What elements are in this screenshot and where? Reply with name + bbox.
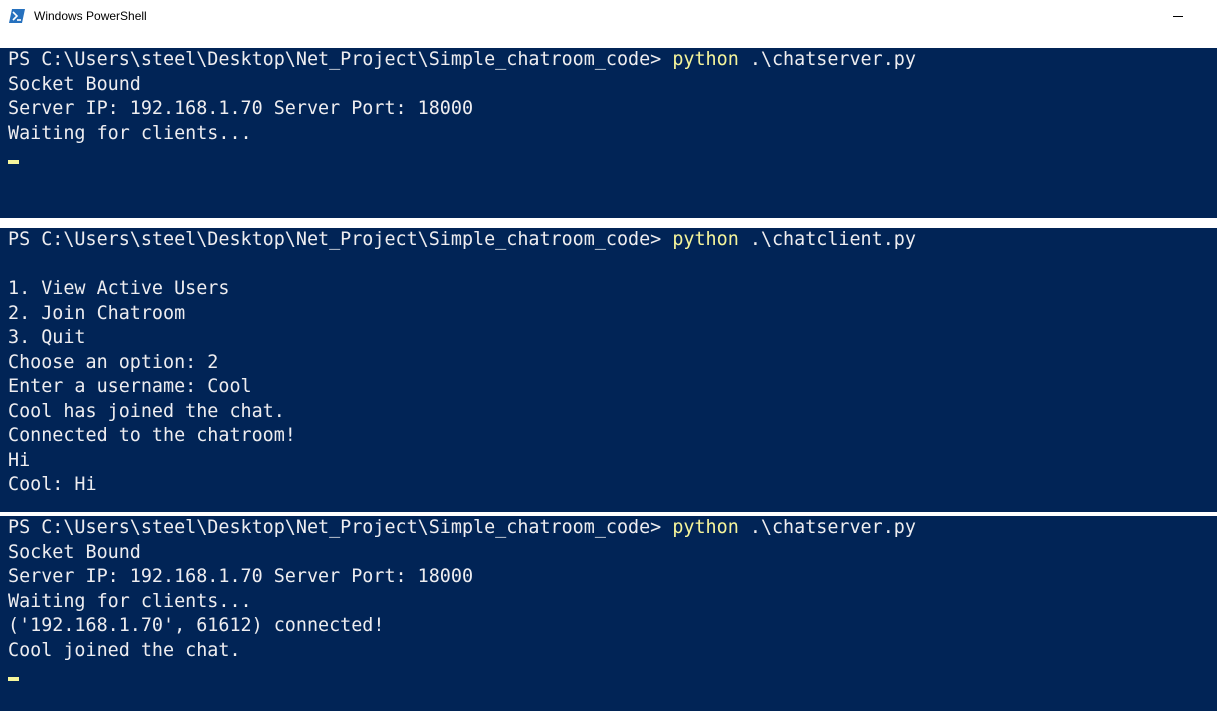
command-keyword: python bbox=[672, 49, 739, 70]
output-line: Cool joined the chat. bbox=[8, 639, 241, 661]
output-line: Server IP: 192.168.1.70 Server Port: 180… bbox=[8, 98, 474, 119]
output-line: Waiting for clients... bbox=[8, 590, 252, 612]
command-argument: .\chatserver.py bbox=[738, 49, 916, 70]
minimize-button[interactable] bbox=[1158, 0, 1198, 32]
chat-message: Cool: Hi bbox=[8, 474, 97, 495]
menu-option: 2. Join Chatroom bbox=[8, 302, 186, 324]
minimize-icon bbox=[1173, 16, 1183, 17]
command-argument: .\chatserver.py bbox=[738, 517, 916, 538]
server-console-2[interactable]: PS C:\Users\steel\Desktop\Net_Project\Si… bbox=[0, 516, 1217, 711]
prompt-line: PS C:\Users\steel\Desktop\Net_Project\Si… bbox=[8, 48, 1217, 73]
menu-option: 3. Quit bbox=[8, 327, 86, 348]
output-line: Socket Bound bbox=[8, 73, 141, 95]
cursor-line bbox=[8, 146, 1217, 171]
client-console[interactable]: PS C:\Users\steel\Desktop\Net_Project\Si… bbox=[0, 228, 1217, 512]
prompt-path: PS C:\Users\steel\Desktop\Net_Project\Si… bbox=[8, 229, 673, 250]
text-cursor bbox=[8, 160, 19, 164]
window-titlebar: Windows PowerShell bbox=[0, 0, 1217, 32]
output-line: Waiting for clients... bbox=[8, 122, 252, 144]
prompt-path: PS C:\Users\steel\Desktop\Net_Project\Si… bbox=[8, 517, 673, 538]
chat-message: Hi bbox=[8, 449, 31, 471]
output-line: Socket Bound bbox=[8, 541, 141, 563]
prompt-line: PS C:\Users\steel\Desktop\Net_Project\Si… bbox=[8, 228, 1217, 253]
command-keyword: python bbox=[672, 517, 739, 538]
output-line: Enter a username: Cool bbox=[8, 376, 252, 397]
output-line: Connected to the chatroom! bbox=[8, 425, 296, 446]
text-cursor bbox=[8, 677, 19, 681]
menu-option: 1. View Active Users bbox=[8, 278, 230, 299]
server-console-1[interactable]: PS C:\Users\steel\Desktop\Net_Project\Si… bbox=[0, 48, 1217, 218]
window-title: Windows PowerShell bbox=[34, 9, 147, 23]
prompt-line: PS C:\Users\steel\Desktop\Net_Project\Si… bbox=[8, 516, 1217, 541]
command-keyword: python bbox=[672, 229, 739, 250]
output-line: Cool has joined the chat. bbox=[8, 400, 285, 422]
cursor-line bbox=[8, 663, 1217, 688]
prompt-path: PS C:\Users\steel\Desktop\Net_Project\Si… bbox=[8, 49, 673, 70]
command-argument: .\chatclient.py bbox=[738, 229, 916, 250]
output-line: Choose an option: 2 bbox=[8, 351, 219, 373]
powershell-icon bbox=[9, 9, 25, 23]
output-line: ('192.168.1.70', 61612) connected! bbox=[8, 615, 385, 636]
output-line: Server IP: 192.168.1.70 Server Port: 180… bbox=[8, 566, 474, 587]
